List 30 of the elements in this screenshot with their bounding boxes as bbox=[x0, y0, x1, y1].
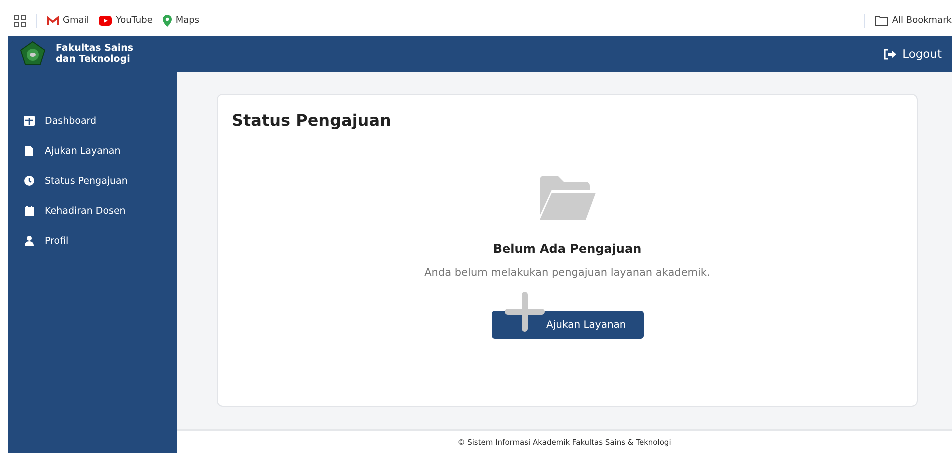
folder-icon bbox=[540, 176, 596, 220]
submit-service-button[interactable]: Ajukan Layanan bbox=[492, 311, 644, 339]
mail-icon bbox=[47, 16, 59, 26]
empty-message: Anda belum melakukan pengajuan layanan akademik. bbox=[424, 267, 710, 279]
empty-title: Belum Ada Pengajuan bbox=[493, 242, 642, 256]
logout-link[interactable]: Logout bbox=[884, 47, 942, 61]
bookmark-link[interactable]: Maps bbox=[162, 15, 200, 27]
play-icon bbox=[99, 16, 112, 26]
bookmark-link[interactable]: Gmail bbox=[47, 16, 90, 26]
logout-icon bbox=[884, 48, 897, 60]
card-title: Status Pengajuan bbox=[232, 111, 392, 130]
all-bookmarks-link[interactable]: All Bookmark bbox=[875, 16, 952, 26]
brand-name: dan Teknologi bbox=[56, 54, 132, 65]
apps-icon[interactable] bbox=[14, 15, 26, 27]
document-icon bbox=[24, 146, 35, 156]
bookmark-link[interactable]: YouTube bbox=[99, 16, 153, 26]
sidebar-item[interactable]: Ajukan Layanan bbox=[8, 136, 177, 166]
folder-icon bbox=[875, 16, 888, 26]
user-icon bbox=[24, 236, 35, 246]
brand-name: Fakultas Sains bbox=[56, 43, 134, 54]
grid-icon bbox=[24, 116, 35, 126]
logo-icon bbox=[20, 41, 46, 67]
plus-icon bbox=[504, 292, 544, 332]
clock-icon bbox=[24, 176, 35, 186]
sidebar-item[interactable]: Kehadiran Dosen bbox=[8, 196, 177, 226]
sidebar-item[interactable]: Dashboard bbox=[8, 106, 177, 136]
calendar-icon bbox=[24, 206, 35, 216]
sidebar-item[interactable]: Status Pengajuan bbox=[8, 166, 177, 196]
map-pin-icon bbox=[162, 15, 172, 27]
sidebar-item[interactable]: Profil bbox=[8, 226, 177, 256]
